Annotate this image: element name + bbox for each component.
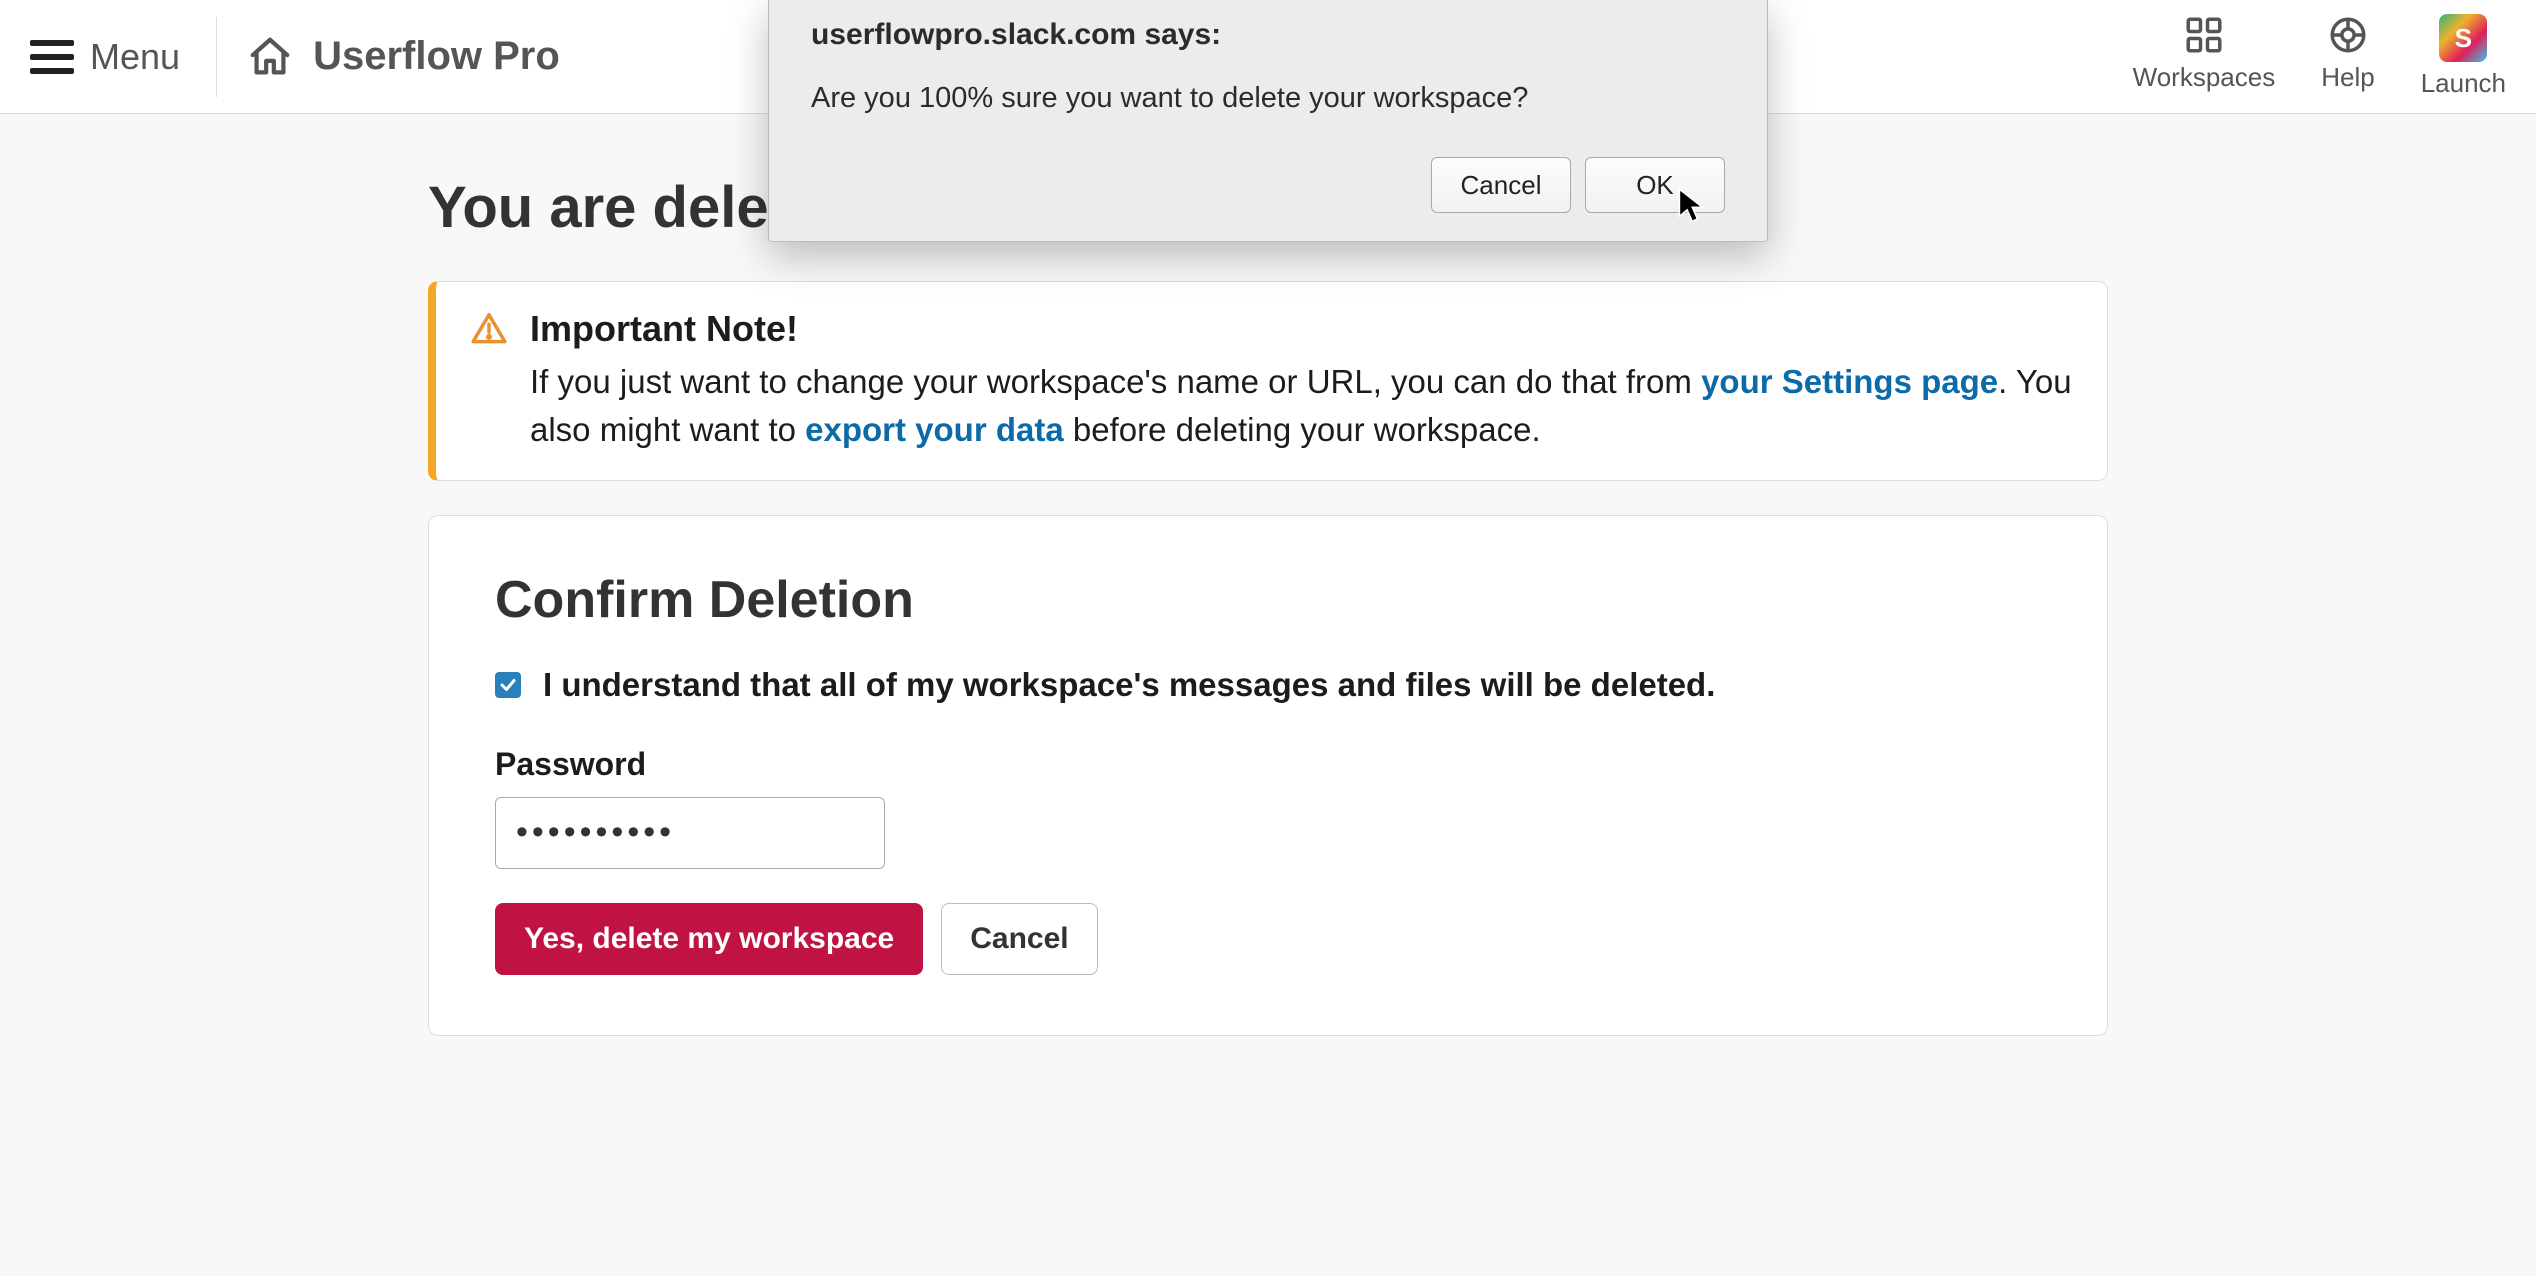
password-label: Password (495, 746, 2041, 783)
confirm-deletion-card: Confirm Deletion I understand that all o… (428, 515, 2108, 1036)
password-input[interactable]: •••••••••• (495, 797, 885, 869)
home-icon (247, 34, 293, 80)
main-content: You are deleting U Important Note! If yo… (308, 114, 2228, 1036)
brand-name: Userflow Pro (313, 34, 560, 79)
acknowledge-checkbox[interactable] (495, 672, 521, 698)
confirm-heading: Confirm Deletion (495, 570, 2041, 630)
help-icon (2327, 14, 2369, 56)
dialog-origin: userflowpro.slack.com says: (811, 18, 1725, 52)
alert-text-3: before deleting your workspace. (1064, 411, 1541, 448)
cancel-button[interactable]: Cancel (941, 903, 1097, 975)
slack-logo-icon: S (2439, 14, 2487, 62)
acknowledge-label: I understand that all of my workspace's … (543, 666, 1715, 704)
hamburger-icon (30, 40, 74, 74)
nav-launch[interactable]: S Launch (2421, 14, 2506, 99)
dialog-cancel-button[interactable]: Cancel (1431, 157, 1571, 213)
menu-button[interactable]: Menu (30, 36, 216, 78)
nav-workspaces[interactable]: Workspaces (2133, 14, 2276, 93)
button-row: Yes, delete my workspace Cancel (495, 903, 2041, 975)
header-right: Workspaces Help S Launch (2133, 14, 2506, 99)
export-data-link[interactable]: export your data (805, 411, 1064, 448)
nav-workspaces-label: Workspaces (2133, 62, 2276, 93)
header-divider (216, 17, 217, 97)
menu-label: Menu (90, 36, 180, 78)
dialog-ok-button[interactable]: OK (1585, 157, 1725, 213)
alert-title: Important Note! (530, 308, 2073, 350)
alert-text-1: If you just want to change your workspac… (530, 363, 1701, 400)
alert-text: If you just want to change your workspac… (530, 358, 2073, 454)
grid-icon (2183, 14, 2225, 56)
password-value: •••••••••• (516, 813, 675, 852)
delete-workspace-button[interactable]: Yes, delete my workspace (495, 903, 923, 975)
nav-help[interactable]: Help (2321, 14, 2374, 93)
nav-help-label: Help (2321, 62, 2374, 93)
launch-initial: S (2455, 23, 2472, 54)
important-note-alert: Important Note! If you just want to chan… (428, 281, 2108, 481)
nav-launch-label: Launch (2421, 68, 2506, 99)
acknowledge-row: I understand that all of my workspace's … (495, 666, 2041, 704)
dialog-buttons: Cancel OK (811, 157, 1725, 213)
brand[interactable]: Userflow Pro (247, 34, 560, 80)
warning-icon (470, 310, 508, 454)
settings-page-link[interactable]: your Settings page (1701, 363, 1998, 400)
dialog-message: Are you 100% sure you want to delete you… (811, 82, 1725, 115)
browser-confirm-dialog: userflowpro.slack.com says: Are you 100%… (768, 0, 1768, 242)
